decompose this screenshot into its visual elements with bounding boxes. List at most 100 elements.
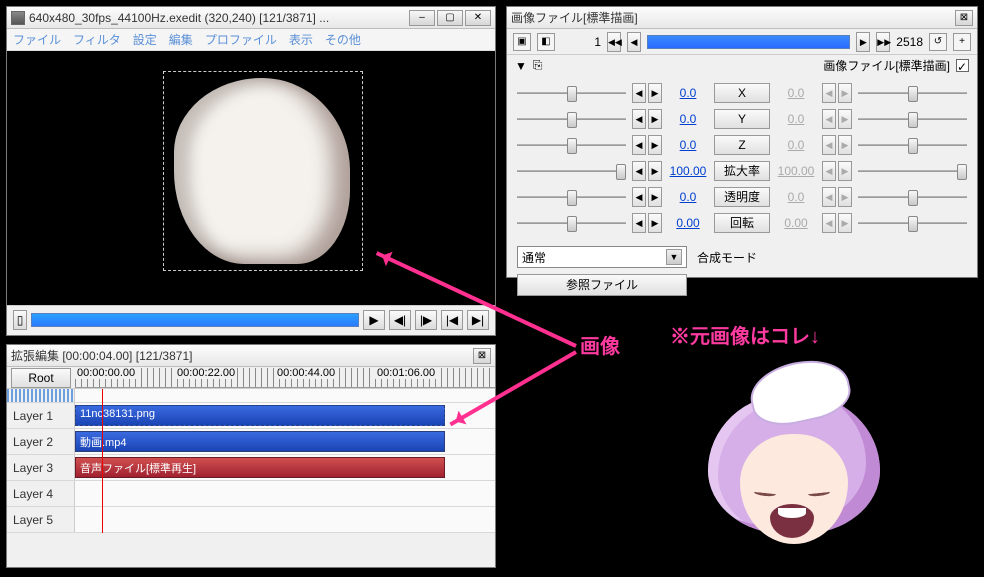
value-left[interactable]: 0.0 — [664, 86, 712, 100]
decrement-right-button[interactable]: ◀ — [822, 109, 836, 129]
decrement-button[interactable]: ◀ — [632, 135, 646, 155]
playhead[interactable] — [102, 389, 103, 533]
clip-image[interactable]: 11nc38131.png — [75, 405, 445, 426]
collapse-icon[interactable]: ▼ — [515, 59, 527, 73]
frame-last-button[interactable]: ▶▶ — [876, 32, 890, 52]
link-icon[interactable]: ↺ — [929, 33, 947, 51]
frame-seek-bar[interactable] — [647, 35, 850, 49]
increment-right-button[interactable]: ▶ — [838, 83, 852, 103]
frame-first-button[interactable]: ◀◀ — [607, 32, 621, 52]
decrement-button[interactable]: ◀ — [632, 109, 646, 129]
frame-back-button[interactable]: ◀| — [389, 310, 411, 330]
enable-checkbox[interactable]: ✓ — [956, 59, 969, 72]
menu-view[interactable]: 表示 — [289, 31, 313, 48]
value-left[interactable]: 0.0 — [664, 138, 712, 152]
decrement-button[interactable]: ◀ — [632, 161, 646, 181]
preview-selection[interactable] — [163, 71, 363, 271]
chevron-down-icon[interactable]: ▼ — [666, 249, 682, 265]
blend-combo[interactable]: 通常▼ — [517, 246, 687, 268]
goto-start-button[interactable]: |◀ — [441, 310, 463, 330]
value-left[interactable]: 0.0 — [664, 112, 712, 126]
axis-button[interactable]: 回転 — [714, 213, 770, 233]
slider-right[interactable] — [854, 161, 971, 181]
slider-right[interactable] — [854, 213, 971, 233]
layer-label[interactable]: Layer 4 — [7, 481, 75, 506]
increment-button[interactable]: ▶ — [648, 213, 662, 233]
axis-button[interactable]: 拡大率 — [714, 161, 770, 181]
frame-next-button[interactable]: ▶ — [856, 32, 870, 52]
slider-left[interactable] — [513, 135, 630, 155]
close-button[interactable]: ✕ — [465, 10, 491, 26]
layer-track-1[interactable]: 11nc38131.png — [75, 403, 495, 428]
menu-file[interactable]: ファイル — [13, 31, 61, 48]
axis-button[interactable]: 透明度 — [714, 187, 770, 207]
value-left[interactable]: 100.00 — [664, 164, 712, 178]
object-icon[interactable]: ◧ — [537, 33, 555, 51]
decrement-button[interactable]: ◀ — [632, 83, 646, 103]
decrement-button[interactable]: ◀ — [632, 213, 646, 233]
decrement-right-button[interactable]: ◀ — [822, 135, 836, 155]
layer-track-5[interactable] — [75, 507, 495, 532]
increment-right-button[interactable]: ▶ — [838, 135, 852, 155]
clip-video[interactable]: 動画.mp4 — [75, 431, 445, 452]
slider-left[interactable] — [513, 213, 630, 233]
slider-right[interactable] — [854, 109, 971, 129]
layer-label[interactable]: Layer 3 — [7, 455, 75, 480]
layer-label[interactable]: Layer 5 — [7, 507, 75, 532]
slider-right[interactable] — [854, 83, 971, 103]
menu-edit[interactable]: 編集 — [169, 31, 193, 48]
layer-label[interactable]: Layer 1 — [7, 403, 75, 428]
plus-button[interactable]: + — [953, 33, 971, 51]
play-button[interactable]: ▶ — [363, 310, 385, 330]
layer-track-3[interactable]: 音声ファイル[標準再生] — [75, 455, 495, 480]
increment-button[interactable]: ▶ — [648, 161, 662, 181]
decrement-right-button[interactable]: ◀ — [822, 187, 836, 207]
time-ruler[interactable]: 00:00:00.00 00:00:22.00 00:00:44.00 00:0… — [75, 368, 495, 388]
layer-label[interactable]: Layer 2 — [7, 429, 75, 454]
decrement-right-button[interactable]: ◀ — [822, 161, 836, 181]
axis-button[interactable]: X — [714, 83, 770, 103]
layer-link-icon[interactable]: ⎘ — [533, 58, 543, 73]
seek-bar[interactable] — [31, 313, 359, 327]
goto-end-button[interactable]: ▶| — [467, 310, 489, 330]
increment-right-button[interactable]: ▶ — [838, 109, 852, 129]
decrement-button[interactable]: ◀ — [632, 187, 646, 207]
increment-button[interactable]: ▶ — [648, 135, 662, 155]
slider-left[interactable] — [513, 187, 630, 207]
decrement-right-button[interactable]: ◀ — [822, 213, 836, 233]
slider-left[interactable] — [513, 83, 630, 103]
slider-left[interactable] — [513, 109, 630, 129]
clip-audio[interactable]: 音声ファイル[標準再生] — [75, 457, 445, 478]
seek-marker-icon[interactable]: ▯ — [13, 310, 27, 330]
increment-right-button[interactable]: ▶ — [838, 187, 852, 207]
frame-prev-button[interactable]: ◀ — [627, 32, 641, 52]
value-left[interactable]: 0.0 — [664, 190, 712, 204]
menu-other[interactable]: その他 — [325, 31, 361, 48]
menu-profile[interactable]: プロファイル — [205, 31, 277, 48]
camera-icon[interactable]: ▣ — [513, 33, 531, 51]
maximize-button[interactable]: ▢ — [437, 10, 463, 26]
layer-track-2[interactable]: 動画.mp4 — [75, 429, 495, 454]
frame-fwd-button[interactable]: |▶ — [415, 310, 437, 330]
slider-left[interactable] — [513, 161, 630, 181]
value-left[interactable]: 0.00 — [664, 216, 712, 230]
increment-button[interactable]: ▶ — [648, 187, 662, 207]
increment-button[interactable]: ▶ — [648, 109, 662, 129]
axis-button[interactable]: Z — [714, 135, 770, 155]
layer-track-4[interactable] — [75, 481, 495, 506]
axis-button[interactable]: Y — [714, 109, 770, 129]
property-close-button[interactable]: ⊠ — [955, 10, 973, 26]
slider-right[interactable] — [854, 187, 971, 207]
minimize-button[interactable]: – — [409, 10, 435, 26]
timeline-close-button[interactable]: ⊠ — [473, 348, 491, 364]
decrement-right-button[interactable]: ◀ — [822, 83, 836, 103]
increment-button[interactable]: ▶ — [648, 83, 662, 103]
reference-button[interactable]: 参照ファイル — [517, 274, 687, 296]
menu-filter[interactable]: フィルタ — [73, 31, 121, 48]
menu-settings[interactable]: 設定 — [133, 31, 157, 48]
increment-right-button[interactable]: ▶ — [838, 161, 852, 181]
slider-right[interactable] — [854, 135, 971, 155]
root-button[interactable]: Root — [11, 368, 71, 388]
increment-right-button[interactable]: ▶ — [838, 213, 852, 233]
property-row: ◀ ▶ 0.0 X 0.0 ◀ ▶ — [513, 80, 971, 106]
